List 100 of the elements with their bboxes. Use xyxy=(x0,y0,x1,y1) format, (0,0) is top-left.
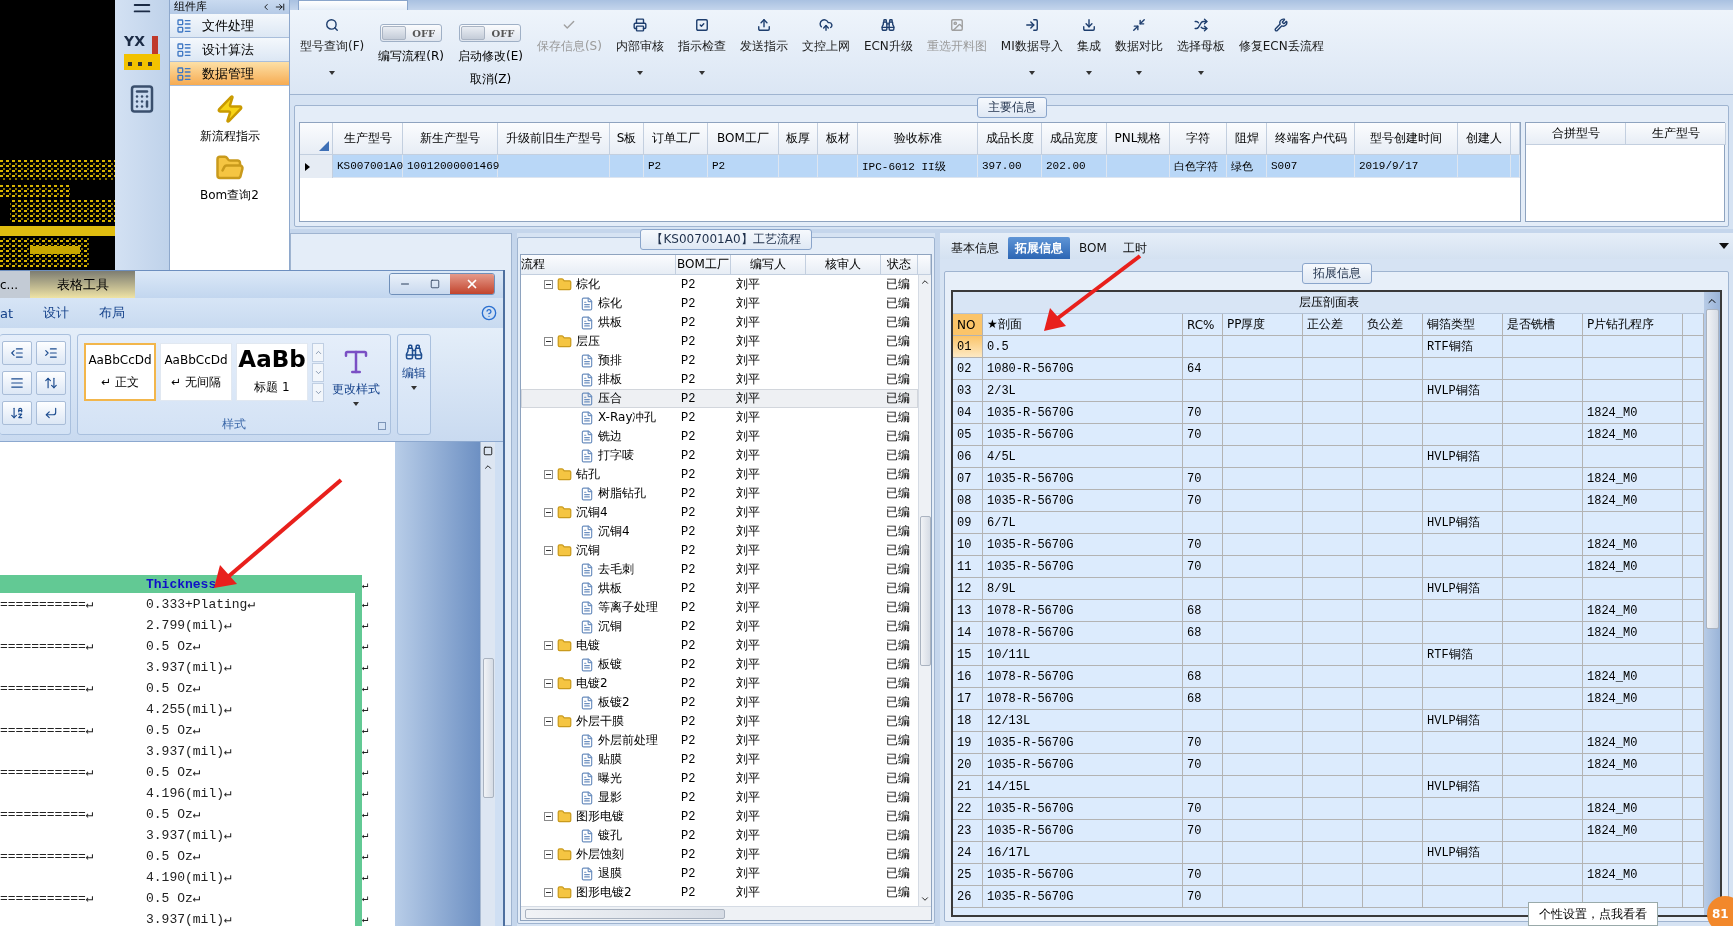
context-tab[interactable]: 表格工具 xyxy=(30,271,135,298)
tree-row[interactable]: X-Ray冲孔 P2 刘平 已编 xyxy=(521,408,918,427)
toolbar-button[interactable]: ECN升级 xyxy=(857,14,919,90)
expander-icon[interactable] xyxy=(544,717,553,726)
toolbar-button[interactable]: 数据对比 xyxy=(1108,14,1169,90)
toggle-switch[interactable]: OFF xyxy=(380,24,443,42)
toolbar-button[interactable]: 内部审核 xyxy=(609,14,670,90)
table-row[interactable]: KS007001A0 10012000001469 P2 P2 IPC-6012 II级 397.00 202.00 白色字符 绿色 S007 2019/9/17 xyxy=(300,155,1520,178)
expander-icon[interactable] xyxy=(544,641,553,650)
tree-row[interactable]: 层压 P2 刘平 已编 xyxy=(521,332,918,351)
tree-row[interactable]: 电镀2 P2 刘平 已编 xyxy=(521,674,918,693)
tree-row[interactable]: 退膜 P2 刘平 已编 xyxy=(521,864,918,883)
style-option[interactable]: AaBbCcDd ↵ 正文 xyxy=(84,343,156,401)
tree-row[interactable]: 棕化 P2 刘平 已编 xyxy=(521,294,918,313)
ribbon-tab[interactable]: 设计 xyxy=(43,304,70,322)
tree-row[interactable]: 棕化 P2 刘平 已编 xyxy=(521,275,918,294)
tree-row[interactable]: 沉铜4 P2 刘平 已编 xyxy=(521,503,918,522)
style-option[interactable]: AaBb 标题 1 xyxy=(236,343,308,401)
scrollbar-thumb[interactable] xyxy=(1705,309,1719,629)
tree-row[interactable]: 外层前处理 P2 刘平 已编 xyxy=(521,731,918,750)
ribbon-tab[interactable]: at xyxy=(0,305,14,321)
tooltip[interactable]: 个性设置，点我看看 xyxy=(1528,902,1658,926)
expander-icon[interactable] xyxy=(544,546,553,555)
minimize-button[interactable] xyxy=(390,274,420,294)
tree-row[interactable]: 贴膜 P2 刘平 已编 xyxy=(521,750,918,769)
tree-row[interactable]: 打字唛 P2 刘平 已编 xyxy=(521,446,918,465)
tree-row[interactable]: 烘板 P2 刘平 已编 xyxy=(521,579,918,598)
ribbon-tab[interactable]: 布局 xyxy=(99,304,126,322)
close-button[interactable] xyxy=(450,274,494,294)
expander-icon[interactable] xyxy=(544,337,553,346)
scrollbar-thumb[interactable] xyxy=(919,515,931,666)
toolbar-button[interactable]: 修复ECN丢流程 xyxy=(1232,14,1330,90)
toolbar-button[interactable]: 文控上网 xyxy=(795,14,856,90)
sort-button[interactable] xyxy=(2,401,32,425)
tree-row[interactable]: 去毛刺 P2 刘平 已编 xyxy=(521,560,918,579)
align-button[interactable] xyxy=(2,371,32,395)
toggle-switch[interactable]: OFF xyxy=(459,24,522,42)
tree-row[interactable]: 外层蚀刻 P2 刘平 已编 xyxy=(521,845,918,864)
nav-item[interactable]: 数据管理 xyxy=(170,62,289,86)
scrollbar[interactable] xyxy=(480,442,495,926)
nav-item[interactable]: 设计算法 xyxy=(170,38,289,62)
tree-row[interactable]: 板镀 P2 刘平 已编 xyxy=(521,655,918,674)
document-tab[interactable]: c... xyxy=(0,271,30,298)
toolbar-button[interactable]: 选择母板 xyxy=(1170,14,1231,90)
tab[interactable]: 基本信息 xyxy=(944,237,1006,259)
row-header[interactable] xyxy=(300,155,333,178)
maximize-button[interactable] xyxy=(420,274,450,294)
outdent-button[interactable] xyxy=(2,341,32,365)
expander-icon[interactable] xyxy=(544,888,553,897)
tab[interactable]: 工时 xyxy=(1115,237,1154,259)
tool-label[interactable]: Bom查询2 xyxy=(200,187,259,204)
scrollbar[interactable] xyxy=(918,275,931,906)
table-cell xyxy=(1183,446,1223,468)
tree-row[interactable]: 曝光 P2 刘平 已编 xyxy=(521,769,918,788)
tree-row[interactable]: 板镀2 P2 刘平 已编 xyxy=(521,693,918,712)
tree-row[interactable]: 外层干膜 P2 刘平 已编 xyxy=(521,712,918,731)
expander-icon[interactable] xyxy=(544,280,553,289)
dropdown-icon[interactable] xyxy=(1719,243,1729,249)
tree-row[interactable]: 钻孔 P2 刘平 已编 xyxy=(521,465,918,484)
document-tab[interactable] xyxy=(298,0,408,10)
tab[interactable]: 拓展信息 xyxy=(1008,237,1070,259)
dialog-launcher-icon[interactable] xyxy=(378,422,386,430)
tool-label[interactable]: 新流程指示 xyxy=(199,128,260,145)
paragraph-mark-button[interactable] xyxy=(36,401,66,425)
tree-row[interactable]: 图形电镀 P2 刘平 已编 xyxy=(521,807,918,826)
tree-row[interactable]: 显影 P2 刘平 已编 xyxy=(521,788,918,807)
style-option[interactable]: AaBbCcDd ↵ 无间隔 xyxy=(160,343,232,401)
tree-row[interactable]: 树脂钻孔 P2 刘平 已编 xyxy=(521,484,918,503)
scrollbar-thumb[interactable] xyxy=(482,658,494,798)
toolbar-button[interactable]: 型号查询(F) xyxy=(294,14,371,90)
tree-row[interactable]: 图形电镀2 P2 刘平 已编 xyxy=(521,883,918,902)
table-cell-text: P2 xyxy=(680,599,697,616)
toolbar-button[interactable]: 集成 xyxy=(1070,14,1107,90)
horizontal-scrollbar[interactable] xyxy=(521,906,931,920)
toolbar-button[interactable]: 指示检查 xyxy=(671,14,732,90)
tree-row[interactable]: 沉铜 P2 刘平 已编 xyxy=(521,617,918,636)
tree-row[interactable]: 预排 P2 刘平 已编 xyxy=(521,351,918,370)
toolbar-button[interactable]: MI数据导入 xyxy=(994,14,1069,90)
tree-row[interactable]: 沉铜 P2 刘平 已编 xyxy=(521,541,918,560)
expander-icon[interactable] xyxy=(544,679,553,688)
expander-icon[interactable] xyxy=(544,812,553,821)
tree-row[interactable]: 排板 P2 刘平 已编 xyxy=(521,370,918,389)
tree-row[interactable]: 压合 P2 刘平 已编 xyxy=(521,389,918,408)
expander-icon[interactable] xyxy=(544,850,553,859)
indent-button[interactable] xyxy=(36,341,66,365)
change-styles-button[interactable]: 更改样式 xyxy=(328,343,384,410)
tree-row[interactable]: 镀孔 P2 刘平 已编 xyxy=(521,826,918,845)
tree-row[interactable]: 电镀 P2 刘平 已编 xyxy=(521,636,918,655)
tree-row[interactable]: 等离子处理 P2 刘平 已编 xyxy=(521,598,918,617)
toolbar-button[interactable]: 发送指示 xyxy=(733,14,794,90)
step-name: 去毛刺 xyxy=(598,561,634,578)
expander-icon[interactable] xyxy=(544,470,553,479)
scrollbar-thumb[interactable] xyxy=(525,908,725,919)
nav-item[interactable]: 文件处理 xyxy=(170,14,289,38)
line-spacing-button[interactable] xyxy=(36,371,66,395)
tree-row[interactable]: 烘板 P2 刘平 已编 xyxy=(521,313,918,332)
expander-icon[interactable] xyxy=(544,508,553,517)
tab[interactable]: BOM xyxy=(1072,237,1114,259)
tree-row[interactable]: 铣边 P2 刘平 已编 xyxy=(521,427,918,446)
tree-row[interactable]: 沉铜4 P2 刘平 已编 xyxy=(521,522,918,541)
